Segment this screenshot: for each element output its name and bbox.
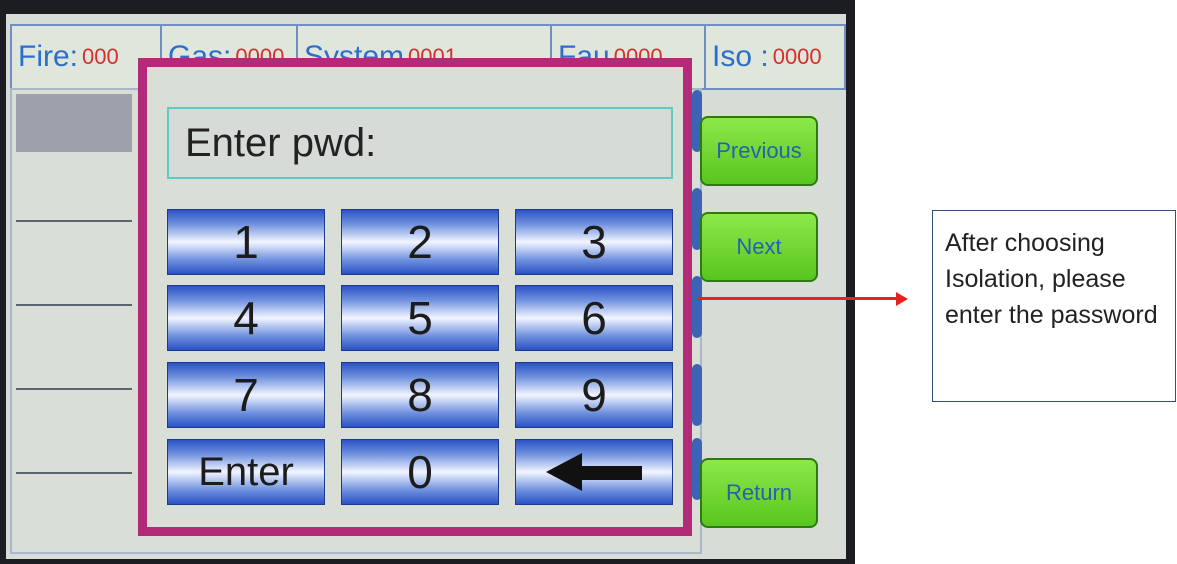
callout-pointer — [697, 297, 897, 300]
key-4[interactable]: 4 — [167, 285, 325, 351]
key-9[interactable]: 9 — [515, 362, 673, 428]
enter-key[interactable]: Enter — [167, 439, 325, 505]
iso-label: Iso : — [712, 40, 769, 73]
iso-counter: Iso : 0000 — [706, 26, 844, 88]
iso-value: 0000 — [772, 44, 822, 69]
fire-label: Fire: — [18, 40, 78, 73]
device-bezel: Fire: 000 Gas: 0000 System 0001 Fau 0000… — [0, 0, 855, 564]
list-divider — [16, 304, 132, 306]
list-divider — [16, 472, 132, 474]
callout-note: After choosing Isolation, please enter t… — [932, 210, 1176, 402]
key-3[interactable]: 3 — [515, 209, 673, 275]
backspace-key[interactable] — [515, 439, 673, 505]
previous-button[interactable]: Previous — [700, 116, 818, 186]
tab-strip — [692, 364, 702, 426]
fire-value: 000 — [82, 44, 119, 69]
password-field[interactable]: Enter pwd: — [167, 107, 673, 179]
key-0[interactable]: 0 — [341, 439, 499, 505]
key-5[interactable]: 5 — [341, 285, 499, 351]
list-divider — [16, 388, 132, 390]
side-panel: Previous Next Return — [692, 88, 842, 550]
key-7[interactable]: 7 — [167, 362, 325, 428]
left-arrow-icon — [546, 453, 642, 491]
key-2[interactable]: 2 — [341, 209, 499, 275]
key-6[interactable]: 6 — [515, 285, 673, 351]
next-button[interactable]: Next — [700, 212, 818, 282]
touch-screen: Fire: 000 Gas: 0000 System 0001 Fau 0000… — [6, 14, 846, 559]
password-dialog: Enter pwd: 1 2 3 4 5 6 7 8 9 Enter 0 — [138, 58, 692, 536]
tab-strip — [692, 276, 702, 338]
list-row-selected[interactable] — [16, 94, 132, 152]
arrow-right-icon — [896, 292, 908, 306]
list-divider — [16, 220, 132, 222]
key-1[interactable]: 1 — [167, 209, 325, 275]
return-button[interactable]: Return — [700, 458, 818, 528]
key-8[interactable]: 8 — [341, 362, 499, 428]
